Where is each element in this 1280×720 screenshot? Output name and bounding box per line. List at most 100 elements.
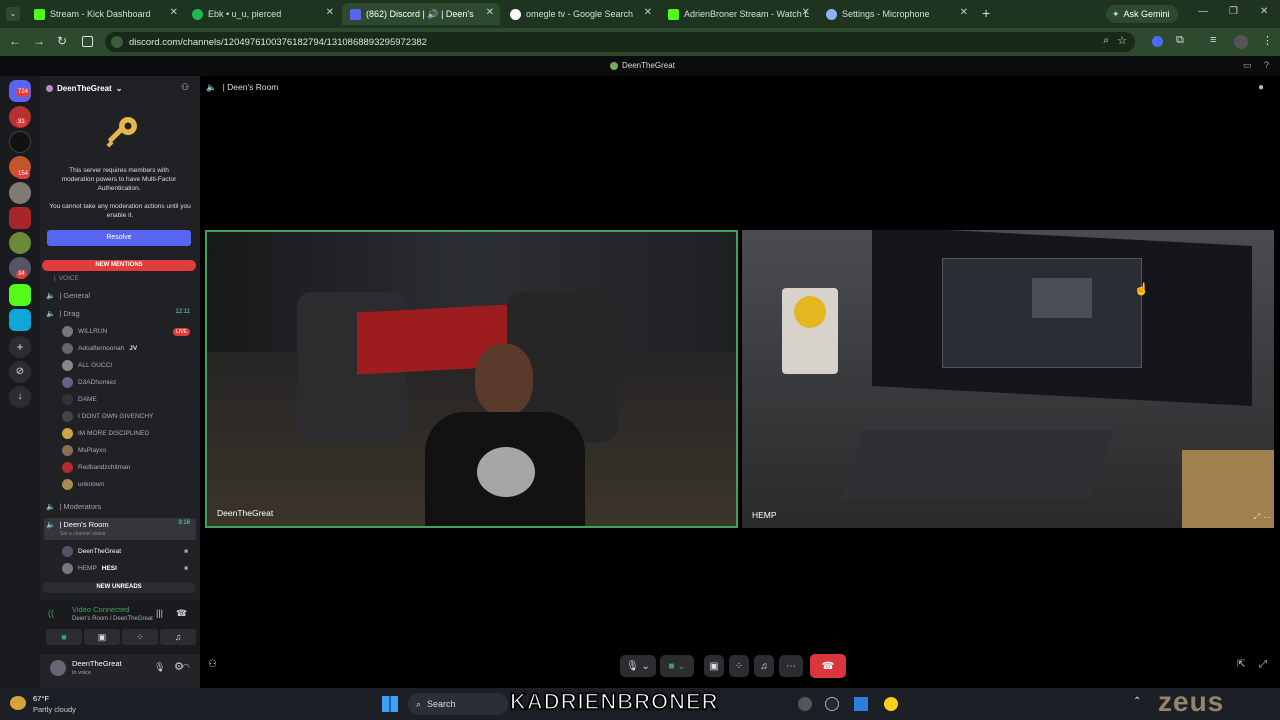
screen-share-button[interactable]: ▣ [704, 655, 724, 677]
store-icon[interactable] [854, 697, 868, 711]
soundboard-button[interactable]: ♫ [754, 655, 774, 677]
steam-icon[interactable] [825, 697, 839, 711]
new-unreads-pill[interactable]: NEW UNREADS [42, 582, 196, 593]
resolve-button[interactable]: Resolve [47, 230, 191, 246]
camera-button[interactable]: ■ [46, 629, 82, 645]
member-list-item[interactable]: WILLRUN LIVE [62, 326, 192, 337]
tab-list-chevron-icon[interactable]: ⌄ [6, 7, 20, 21]
close-icon[interactable]: ✕ [170, 7, 178, 18]
extension-icon[interactable] [1152, 36, 1163, 47]
channel-general[interactable]: 🔈 | General [46, 291, 196, 300]
more-options-icon[interactable]: ⋯ [1263, 513, 1271, 522]
forward-icon[interactable]: → [33, 34, 45, 48]
member-list-item[interactable]: IM MORE DISCIPLINED [62, 428, 192, 439]
avatar[interactable] [50, 660, 66, 676]
voice-category[interactable]: | VOICE [54, 275, 79, 282]
weather-icon[interactable] [10, 696, 26, 710]
channel-drag[interactable]: 🔈 | Drag 12:11 [46, 309, 196, 318]
help-icon[interactable]: ? [1264, 60, 1269, 70]
member-list-item[interactable]: MsPlayxo [62, 445, 192, 456]
invite-icon[interactable]: ⚇ [208, 659, 217, 670]
taskbar-search[interactable]: ⌕ Search [408, 693, 508, 715]
system-tray-chevron-icon[interactable]: ⌃ [1133, 696, 1141, 707]
tab-settings-microphone[interactable]: Settings - Microphone ✕ [818, 3, 974, 25]
tab-kick-dashboard[interactable]: Stream - Kick Dashboard ✕ [26, 3, 184, 25]
explore-icon[interactable]: ⊘ [9, 361, 31, 383]
server-icon[interactable] [9, 207, 31, 229]
server-header[interactable]: DeenTheGreat ⌄ [46, 82, 196, 94]
user-settings-gear-icon[interactable]: ⚙ [174, 660, 184, 673]
new-tab-button[interactable]: + [982, 5, 990, 21]
member-list-item[interactable]: D3ADhomiez [62, 377, 192, 388]
cardboard-box [1182, 450, 1274, 528]
disconnect-icon[interactable]: ☎ [176, 608, 187, 619]
minimize-icon[interactable]: — [1198, 6, 1208, 17]
server-icon[interactable] [9, 232, 31, 254]
add-server-icon[interactable]: + [9, 336, 31, 358]
activities-button[interactable]: ⁘ [729, 655, 749, 677]
member-list-item[interactable]: DeenTheGreat ■ [62, 546, 192, 557]
pop-out-icon[interactable]: ⇱ [1237, 659, 1245, 670]
channel-deens-room[interactable]: 🔈 | Deen's Room 9:16 Set a channel status [44, 518, 196, 540]
channel-status-hint[interactable]: Set a channel status [60, 531, 105, 537]
noise-suppression-icon[interactable]: ||| [156, 608, 163, 618]
server-icon[interactable] [9, 309, 31, 331]
microphone-button[interactable]: 🎙 ⌄ [620, 655, 656, 677]
address-bar[interactable]: discord.com/channels/1204976100376182794… [105, 32, 1135, 52]
fullscreen-icon[interactable]: ⤢ [1259, 659, 1267, 670]
norton-icon[interactable] [884, 697, 898, 711]
new-mentions-pill[interactable]: NEW MENTIONS [42, 260, 196, 271]
menu-kebab-icon[interactable]: ⋮ [1262, 34, 1273, 47]
close-icon[interactable]: ✕ [644, 7, 652, 18]
soundboard-button[interactable]: ♫ [160, 629, 196, 645]
unread-badge: 31 [16, 118, 27, 127]
chat-bubble-icon[interactable]: ● [1258, 82, 1264, 93]
close-icon[interactable]: ✕ [802, 7, 810, 18]
bookmark-star-icon[interactable]: ☆ [1117, 34, 1127, 47]
download-icon[interactable]: ↓ [9, 386, 31, 408]
site-info-icon[interactable] [111, 36, 123, 48]
more-options-button[interactable]: ⋯ [779, 655, 803, 677]
server-icon[interactable] [9, 182, 31, 204]
video-tile-deenthegreat[interactable]: DeenTheGreat [205, 230, 738, 528]
windows-start-icon[interactable] [382, 696, 398, 712]
close-window-icon[interactable]: ✕ [1260, 6, 1268, 17]
member-list-item[interactable]: unknown [62, 479, 192, 490]
close-icon[interactable]: ✕ [960, 7, 968, 18]
microphone-icon[interactable]: 🎙 [154, 662, 165, 673]
member-list-item[interactable]: ALL GUCCI [62, 360, 192, 371]
tab-adrienbroner-stream[interactable]: AdrienBroner Stream - Watch L ✕ [660, 3, 816, 25]
video-tile-hemp[interactable]: ☝ HEMP ⤢ ⋯ [742, 230, 1274, 528]
inbox-icon[interactable]: ▭ [1243, 60, 1252, 71]
profile-avatar[interactable] [1234, 35, 1248, 49]
screen-share-button[interactable]: ▣ [84, 629, 120, 645]
fullscreen-icon[interactable]: ⤢ [1254, 512, 1260, 522]
restore-icon[interactable]: ❐ [1229, 6, 1238, 17]
member-list-item[interactable]: DAME [62, 394, 192, 405]
close-icon[interactable]: ✕ [326, 7, 334, 18]
signal-icon[interactable]: (( [48, 608, 54, 618]
server-icon[interactable] [9, 131, 31, 153]
server-icon[interactable] [9, 284, 31, 306]
media-controls-icon[interactable]: ≡ [1210, 34, 1216, 46]
member-list-item[interactable]: Redbandzchitman [62, 462, 192, 473]
activities-button[interactable]: ⁘ [122, 629, 158, 645]
tab-discord[interactable]: (862) Discord | 🔊 | Deen's ✕ [342, 3, 500, 25]
tab-google-search[interactable]: omegle tv - Google Search ✕ [502, 3, 658, 25]
ask-gemini-button[interactable]: ✦ Ask Gemini [1106, 5, 1178, 23]
invite-people-icon[interactable]: ⚇ [181, 82, 189, 93]
camera-toggle-button[interactable]: ■ ⌄ [660, 655, 694, 677]
chrome-icon[interactable] [798, 697, 812, 711]
member-list-item[interactable]: I DONT OWN GIVENCHY [62, 411, 192, 422]
reload-icon[interactable]: ↻ [57, 34, 67, 48]
side-panel-icon[interactable] [82, 36, 93, 47]
disconnect-call-button[interactable]: ☎ [810, 654, 846, 678]
channel-moderators[interactable]: 🔈 | Moderators [46, 502, 196, 511]
extensions-puzzle-icon[interactable]: ⧉ [1176, 34, 1184, 47]
member-list-item[interactable]: HEMP HESI ■ [62, 563, 192, 574]
tab-spotify[interactable]: Ebk • u_u, pierced ✕ [184, 3, 340, 25]
close-icon[interactable]: ✕ [486, 7, 494, 18]
back-icon[interactable]: ← [9, 34, 21, 48]
zoom-icon[interactable]: ⌕ [1103, 35, 1109, 46]
member-list-item[interactable]: Adoafternoonah JV [62, 343, 192, 354]
